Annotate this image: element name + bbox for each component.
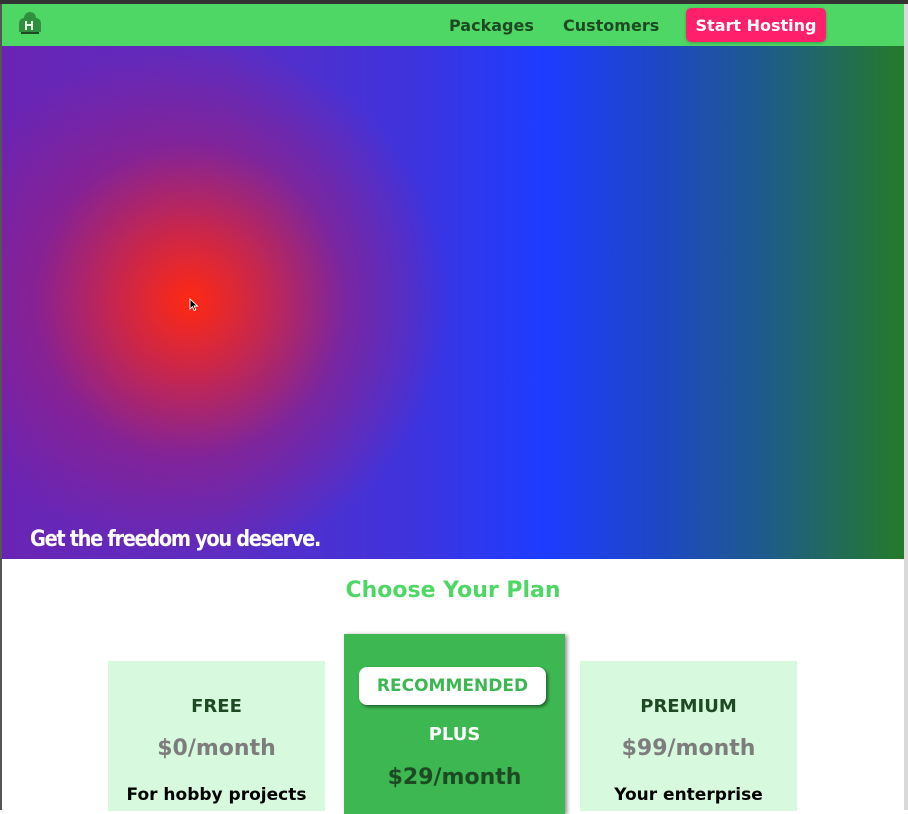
plans-heading: Choose Your Plan — [345, 578, 561, 603]
plan-card-plus[interactable]: RECOMMENDED PLUS $29/month — [344, 634, 565, 814]
plan-price: $29/month — [387, 765, 522, 790]
nav-link-packages[interactable]: Packages — [449, 16, 534, 35]
plan-name: PREMIUM — [640, 696, 737, 717]
plan-name: FREE — [191, 696, 242, 717]
top-navbar: Packages Customers Start Hosting — [2, 4, 904, 46]
plan-price: $0/month — [157, 736, 276, 761]
plan-card-free[interactable]: FREE $0/month For hobby projects — [108, 661, 325, 811]
plan-card-premium[interactable]: PREMIUM $99/month Your enterprise — [580, 661, 797, 811]
mouse-cursor-icon — [189, 298, 199, 312]
hero-title: Get the freedom you deserve. — [30, 527, 321, 552]
plan-description: For hobby projects — [126, 785, 307, 805]
nav-link-customers[interactable]: Customers — [563, 16, 659, 35]
plan-price: $99/month — [621, 736, 756, 761]
recommended-badge: RECOMMENDED — [359, 667, 546, 705]
plan-description: Your enterprise — [614, 785, 763, 805]
hero-banner: Get the freedom you deserve. — [2, 46, 904, 559]
start-hosting-button[interactable]: Start Hosting — [686, 8, 826, 42]
house-cloud-logo-icon[interactable] — [16, 10, 44, 38]
scrollbar-track[interactable] — [904, 4, 908, 810]
plan-name: PLUS — [428, 724, 481, 745]
